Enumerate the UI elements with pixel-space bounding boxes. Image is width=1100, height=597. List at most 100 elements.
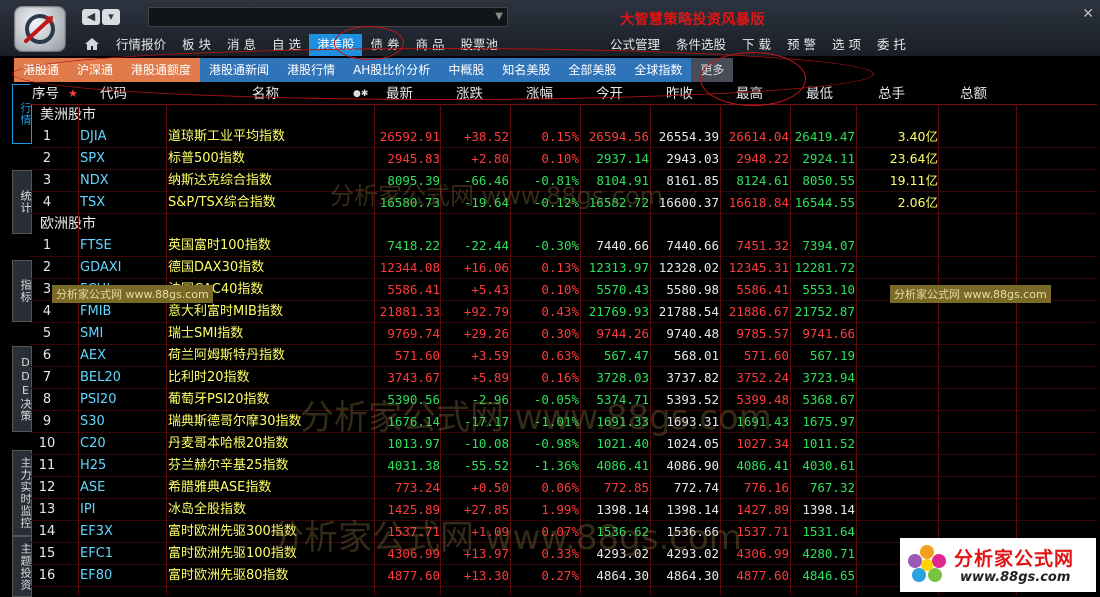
sub-tab[interactable]: 全球指数 (625, 58, 692, 82)
menu-item[interactable]: 选 项 (824, 34, 869, 56)
cell-high: 4086.41 (736, 458, 789, 473)
cell-high: 1027.34 (736, 436, 789, 451)
settings-dots-icon[interactable]: ●✱ (353, 84, 368, 104)
menu-item[interactable]: 下 载 (734, 34, 779, 56)
cell-high: 4877.60 (736, 568, 789, 583)
app-logo[interactable] (14, 6, 66, 52)
cell-prev: 568.01 (673, 348, 719, 363)
column-header[interactable]: 代码 (100, 84, 127, 104)
cell-low: 1531.64 (802, 524, 855, 539)
menu-item[interactable]: 港美股 (308, 34, 363, 56)
cell-low: 3723.94 (802, 370, 855, 385)
table-row[interactable]: 8 PSI20 葡萄牙PSI20指数 5390.56 -2.96 -0.05% 5374.7… (30, 389, 1097, 411)
column-header[interactable]: 涨跌 (456, 84, 483, 104)
column-header[interactable]: 名称 (252, 84, 279, 104)
cell-chg: -19.64 (463, 195, 509, 210)
sub-tab[interactable]: 全部美股 (559, 58, 626, 82)
table-row[interactable]: 1 FTSE 英国富时100指数 7418.22 -22.44 -0.30% 7440.66… (30, 235, 1097, 257)
side-tab[interactable]: 主力实时监控 (12, 450, 32, 536)
cell-prev: 12328.02 (658, 260, 719, 275)
cell-last: 1676.14 (387, 414, 440, 429)
cell-prev: 1398.14 (666, 502, 719, 517)
table-row[interactable]: 2 GDAXI 德国DAX30指数 12344.08 +16.06 0.13% 12313.… (30, 257, 1097, 279)
cell-high: 4306.99 (736, 546, 789, 561)
sub-tab[interactable]: 沪深通 (68, 58, 123, 82)
menu-item[interactable]: 公式管理 (602, 34, 668, 56)
sub-tab[interactable]: 更多 (691, 58, 734, 82)
sub-tab[interactable]: 港股行情 (278, 58, 345, 82)
favorite-star-icon[interactable]: ★ (68, 84, 78, 104)
sub-tab[interactable]: 港股通新闻 (200, 58, 279, 82)
cell-low: 7394.07 (802, 238, 855, 253)
side-tab[interactable]: 统计 (12, 170, 32, 234)
column-header[interactable]: 最新 (386, 84, 413, 104)
chevron-down-icon[interactable]: ▼ (495, 11, 503, 22)
table-row[interactable]: 5 SMI 瑞士SMI指数 9769.74 +29.26 0.30% 9744.26 9740… (30, 323, 1097, 345)
table-row[interactable]: 10 C20 丹麦哥本哈根20指数 1013.97 -10.08 -0.98% 1021.4… (30, 433, 1097, 455)
sub-tab[interactable]: 知名美股 (493, 58, 560, 82)
sub-tab[interactable]: 港股通 (14, 58, 69, 82)
cell-name: 瑞典斯德哥尔摩30指数 (168, 414, 302, 429)
sub-tab[interactable]: 中概股 (439, 58, 494, 82)
column-header[interactable]: 序号 (32, 84, 59, 104)
cell-prev: 2943.03 (666, 151, 719, 166)
menu-item[interactable]: 委 托 (869, 34, 914, 56)
address-combobox[interactable]: ▼ (148, 7, 508, 27)
side-tab[interactable]: 主题投资 (12, 536, 32, 597)
cell-low: 1011.52 (802, 436, 855, 451)
cell-prev: 5393.52 (666, 392, 719, 407)
menu-item[interactable]: 消 息 (219, 34, 264, 56)
side-tab[interactable]: 行情 (12, 84, 32, 144)
column-header[interactable]: 总手 (878, 84, 905, 104)
side-tab[interactable]: 指标 (12, 260, 32, 322)
table-row[interactable]: 3 NDX 纳斯达克综合指数 8095.39 -66.46 -0.81% 8104.91 81… (30, 170, 1097, 192)
table-row[interactable]: 13 IPI 冰岛全股指数 1425.89 +27.85 1.99% 1398.14 1398… (30, 499, 1097, 521)
table-row[interactable]: 7 BEL20 比利时20指数 3743.67 +5.89 0.16% 3728.03 373… (30, 367, 1097, 389)
menu-item[interactable]: 条件选股 (668, 34, 734, 56)
forward-dropdown-icon[interactable]: ▾ (102, 9, 120, 25)
cell-pct: 0.13% (541, 260, 579, 275)
cell-prev: 21788.54 (658, 304, 719, 319)
cell-last: 8095.39 (387, 173, 440, 188)
menu-item[interactable]: 股票池 (452, 34, 506, 56)
table-row[interactable]: 11 H25 芬兰赫尔辛基25指数 4031.38 -55.52 -1.36% 4086.4… (30, 455, 1097, 477)
column-divider (374, 104, 375, 595)
sub-tab[interactable]: 港股通额度 (122, 58, 201, 82)
table-row[interactable]: 4 FMIB 意大利富时MIB指数 21881.33 +92.79 0.43% 21769.… (30, 301, 1097, 323)
column-header[interactable]: 涨幅 (526, 84, 553, 104)
side-tab[interactable]: DDE决策 (12, 346, 32, 432)
cell-code: PSI20 (80, 392, 117, 407)
cell-last: 26592.91 (379, 129, 440, 144)
menu-item[interactable]: 预 警 (779, 34, 824, 56)
cell-pct: -0.30% (533, 238, 579, 253)
close-icon[interactable]: ✕ (1082, 6, 1094, 22)
column-header[interactable]: 最高 (736, 84, 763, 104)
cell-high: 1537.71 (736, 524, 789, 539)
cell-pct: 0.16% (541, 370, 579, 385)
menu-item[interactable]: 债 券 (362, 34, 407, 56)
cell-prev: 7440.66 (666, 238, 719, 253)
menu-item[interactable]: 商 品 (407, 34, 452, 56)
table-row[interactable]: 4 TSX S&P/TSX综合指数 16580.73 -19.64 -0.12% 16582… (30, 192, 1097, 214)
table-row[interactable]: 1 DJIA 道琼斯工业平均指数 26592.91 +38.52 0.15% 26594.5… (30, 126, 1097, 148)
cell-vol (858, 323, 938, 345)
home-icon[interactable] (84, 37, 100, 51)
back-arrow-icon[interactable]: ◀ (82, 9, 100, 25)
cell-open: 8104.91 (596, 173, 649, 188)
table-row[interactable]: 9 S30 瑞典斯德哥尔摩30指数 1676.14 -17.17 -1.01% 1691.3… (30, 411, 1097, 433)
cell-no: 16 (38, 568, 56, 583)
menu-item[interactable]: 板 块 (174, 34, 219, 56)
cell-high: 776.16 (743, 480, 789, 495)
cell-vol (858, 301, 938, 323)
column-header[interactable]: 今开 (596, 84, 623, 104)
table-row[interactable]: 6 AEX 荷兰阿姆斯特丹指数 571.60 +3.59 0.63% 567.47 568.0… (30, 345, 1097, 367)
cell-chg: +13.30 (463, 568, 509, 583)
column-header[interactable]: 总额 (960, 84, 987, 104)
table-row[interactable]: 2 SPX 标普500指数 2945.83 +2.80 0.10% 2937.14 2943.… (30, 148, 1097, 170)
sub-tab[interactable]: AH股比价分析 (344, 58, 440, 82)
menu-item[interactable]: 行情报价 (108, 34, 174, 56)
column-header[interactable]: 昨收 (666, 84, 693, 104)
menu-item[interactable]: 自 选 (264, 34, 309, 56)
table-row[interactable]: 12 ASE 希腊雅典ASE指数 773.24 +0.50 0.06% 772.85 772.… (30, 477, 1097, 499)
column-header[interactable]: 最低 (806, 84, 833, 104)
